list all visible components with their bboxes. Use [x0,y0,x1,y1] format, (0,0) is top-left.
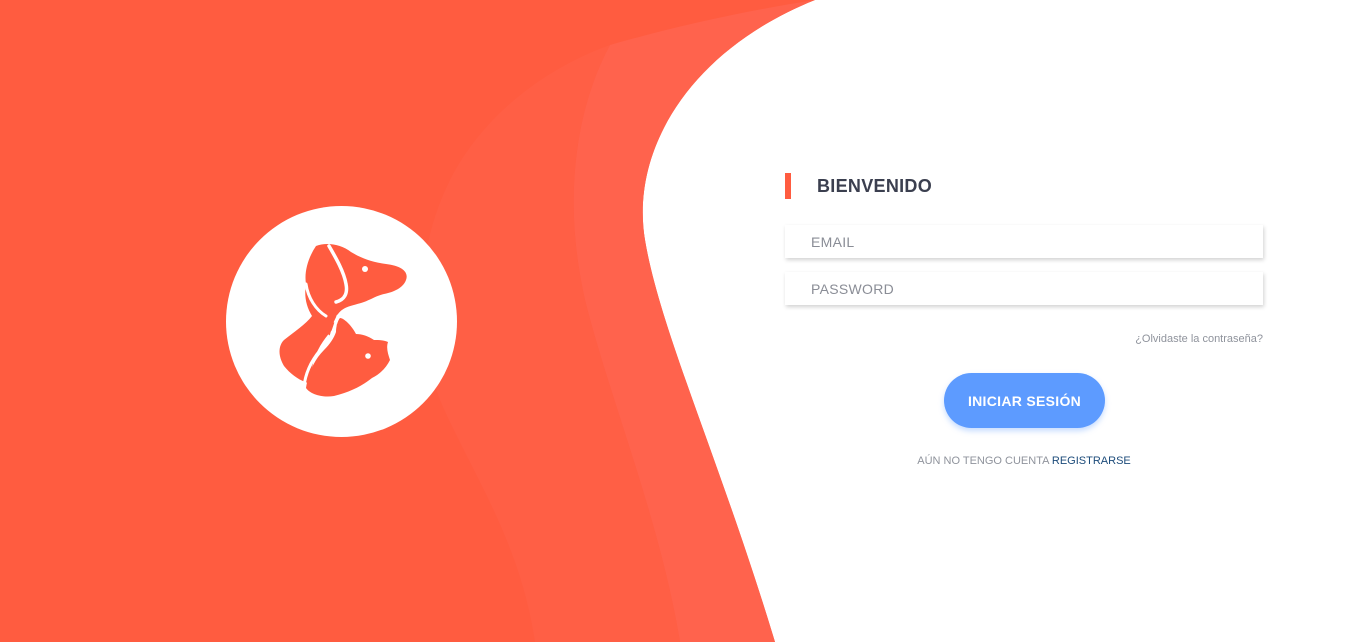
dog-and-cat-icon [279,244,407,397]
register-prompt: AÚN NO TENGO CUENTA REGISTRARSE [785,455,1263,467]
forgot-password-link[interactable]: ¿Olvidaste la contraseña? [1063,333,1263,345]
background-wave [0,0,815,642]
login-button[interactable]: INICIAR SESIÓN [944,373,1105,428]
logo [226,206,457,437]
title-accent-bar [785,173,791,199]
no-account-text: AÚN NO TENGO CUENTA [917,455,1049,467]
login-title: BIENVENIDO [785,172,1185,200]
email-field[interactable] [785,225,1263,258]
register-link[interactable]: REGISTRARSE [1052,455,1131,467]
password-field[interactable] [785,272,1263,305]
page-title: BIENVENIDO [817,176,933,196]
